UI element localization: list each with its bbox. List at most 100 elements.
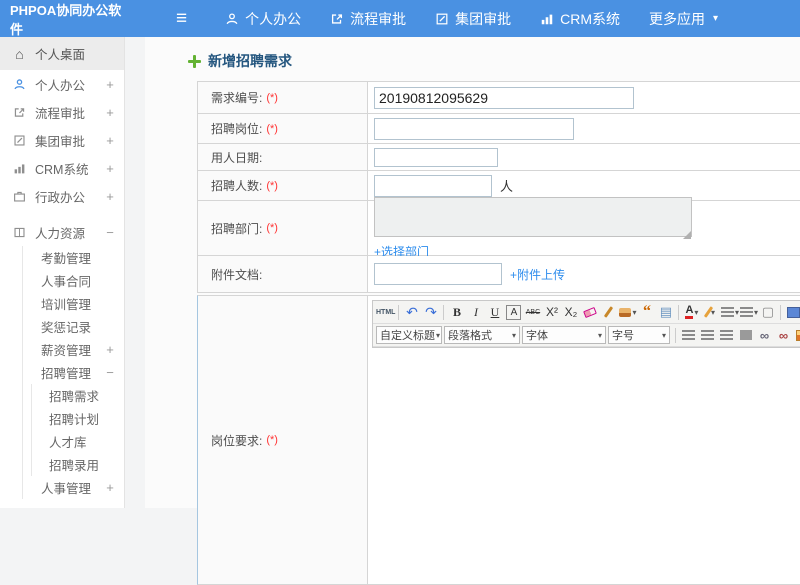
field-value-cell [368,82,800,113]
remove-link-icon[interactable]: ∞ [774,326,793,345]
sidebar-item-personal-office[interactable]: 个人办公 + [0,70,124,98]
demand-no-input[interactable] [374,87,634,109]
sidebar-item-rewards[interactable]: 奖惩记录 [23,315,124,338]
page-title-row: 新增招聘需求 [145,37,800,71]
toolbar-divider [678,305,679,320]
required-mark: (*) [266,123,278,135]
insert-link-icon[interactable]: ∞ [755,326,774,345]
sidebar-item-crm[interactable]: CRM系统 + [0,154,124,182]
resize-handle-icon[interactable] [683,231,691,239]
sidebar-item-recruit-mgmt[interactable]: 招聘管理 − [23,361,124,384]
new-page-icon[interactable]: ▢ [758,303,777,322]
font-size-select[interactable]: 字号 ▾ [608,326,670,344]
nav-more-apps[interactable]: 更多应用 ▾ [649,9,718,29]
sidebar-item-hr-contract[interactable]: 人事合同 [23,269,124,292]
fill-color-icon[interactable]: ▾ [618,303,637,322]
sidebar-item-label: 行政办公 [35,187,104,206]
required-mark: (*) [266,180,278,192]
chevron-down-icon: ▾ [632,308,636,317]
subscript-icon[interactable]: X₂ [561,303,580,322]
attachment-input[interactable] [374,263,502,285]
nav-group-approval[interactable]: 集团审批 [435,9,511,29]
field-label: 附件文档: [211,266,262,283]
toolbar-divider [443,305,444,320]
form-table: 需求编号: (*) 招聘岗位: (*) [197,81,800,293]
edit-icon [12,134,27,147]
sidebar-item-group-approval[interactable]: 集团审批 + [0,126,124,154]
sidebar-item-admin-office[interactable]: 行政办公 + [0,182,124,210]
sidebar-item-personnel-mgmt[interactable]: 人事管理 + [23,476,124,499]
strikethrough-icon[interactable]: ABC [523,303,542,322]
remove-format-icon[interactable] [580,303,599,322]
upload-attachment-link[interactable]: +附件上传 [510,266,565,283]
hamburger-icon[interactable]: ≡ [176,9,187,28]
field-label: 招聘部门: [211,220,262,237]
field-label-cell: 附件文档: [198,256,368,292]
sidebar-item-recruit-hire[interactable]: 招聘录用 [32,453,124,476]
superscript-icon[interactable]: X² [542,303,561,322]
sidebar: ⌂ 个人桌面 个人办公 + 流程审批 + 集团审批 + CRM系统 + 行政办公… [0,37,125,508]
sidebar-item-label: 培训管理 [41,294,116,313]
align-left-icon[interactable] [679,326,698,345]
hire-date-input[interactable] [374,148,498,167]
select-label: 段落格式 [448,327,492,343]
nav-label: 集团审批 [455,9,511,29]
font-color-icon[interactable]: A▾ [682,303,701,322]
custom-heading-select[interactable]: 自定义标题 ▾ [376,326,442,344]
sidebar-item-recruit-plan[interactable]: 招聘计划 [32,407,124,430]
sidebar-item-attendance[interactable]: 考勤管理 [23,246,124,269]
sidebar-item-talent-pool[interactable]: 人才库 [32,430,124,453]
bold-icon[interactable]: B [447,303,466,322]
italic-icon[interactable]: I [466,303,485,322]
headcount-input[interactable] [374,175,492,197]
template-icon[interactable]: ▤ [656,303,675,322]
html-source-icon[interactable]: HTML [376,303,395,322]
nav-label: 流程审批 [350,9,406,29]
format-brush-icon[interactable] [599,303,618,322]
sidebar-item-training[interactable]: 培训管理 [23,292,124,315]
sidebar-item-label: 流程审批 [35,103,104,122]
chevron-down-icon: ▾ [694,308,698,317]
chevron-down-icon: ▾ [598,331,602,340]
nav-crm[interactable]: CRM系统 [540,9,620,29]
recruit-demand-form: 需求编号: (*) 招聘岗位: (*) [197,81,800,585]
department-textarea[interactable] [374,197,692,237]
nav-personal-office[interactable]: 个人办公 [225,9,301,29]
ordered-list-icon[interactable]: ▾ [720,303,739,322]
chevron-down-icon: ▾ [662,331,666,340]
highlight-icon[interactable]: ▾ [701,303,720,322]
redo-icon[interactable]: ↷ [421,303,440,322]
sidebar-item-salary[interactable]: 薪资管理 + [23,338,124,361]
field-value-cell: +选择部门 [368,201,800,255]
unordered-list-icon[interactable]: ▾ [739,303,758,322]
align-right-icon[interactable] [717,326,736,345]
sidebar-item-desktop[interactable]: ⌂ 个人桌面 [0,37,124,70]
workflow-icon [12,106,27,119]
blockquote-icon[interactable]: “ [637,303,656,322]
paragraph-format-select[interactable]: 段落格式 ▾ [444,326,520,344]
align-center-icon[interactable] [698,326,717,345]
form-row-position: 招聘岗位: (*) [198,114,800,144]
person-icon [12,78,27,91]
toolbar-divider [398,305,399,320]
font-style-icon[interactable]: A [506,305,521,320]
expand-icon: + [104,342,116,357]
insert-image-icon[interactable] [793,326,800,345]
font-family-select[interactable]: 字体 ▾ [522,326,606,344]
underline-icon[interactable]: U [485,303,504,322]
position-input[interactable] [374,118,574,140]
editor-toolbar-row1: HTML ↶ ↷ B I U A ABC X² X₂ [373,301,800,324]
list-bars-icon [740,307,753,317]
sidebar-item-recruit-demand[interactable]: 招聘需求 [32,384,124,407]
sidebar-item-human-resources[interactable]: 人力资源 − [0,218,124,246]
field-label: 岗位要求: [211,432,262,449]
align-justify-icon[interactable] [736,326,755,345]
sidebar-item-workflow-approval[interactable]: 流程审批 + [0,98,124,126]
field-value-cell: HTML ↶ ↷ B I U A ABC X² X₂ [368,296,800,584]
nav-label: CRM系统 [560,9,620,29]
field-label-cell: 用人日期: [198,144,368,170]
undo-icon[interactable]: ↶ [402,303,421,322]
select-label: 自定义标题 [380,327,435,343]
nav-workflow-approval[interactable]: 流程审批 [330,9,406,29]
fullscreen-icon[interactable] [784,303,800,322]
